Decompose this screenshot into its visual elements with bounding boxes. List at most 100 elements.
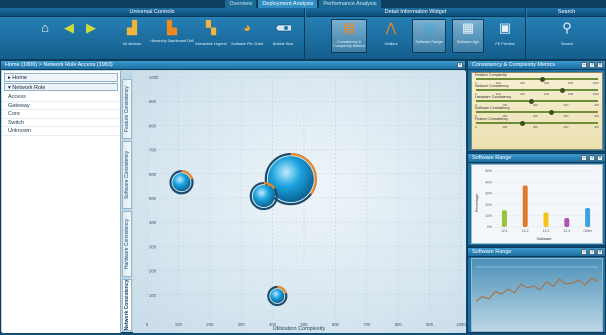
- tab-software-consistency[interactable]: Software Consistency: [122, 141, 132, 209]
- tab-overview[interactable]: Overview: [225, 0, 257, 8]
- metric-label: Hardware Consistency: [475, 95, 512, 99]
- bubble-size-button[interactable]: Bubble Size: [268, 20, 298, 46]
- interactive-legend-label: Interactive Legend: [195, 42, 227, 46]
- x-tick-label: 100: [175, 322, 183, 327]
- sidebar-home-label: Home: [12, 75, 27, 81]
- x-tick-label: 200: [206, 322, 214, 327]
- fe-preview-button[interactable]: ▣ FE Preview: [490, 20, 520, 46]
- x-tick-label: 900: [426, 322, 434, 327]
- bubble-size-label: Bubble Size: [272, 42, 294, 46]
- target-icon: ◎: [423, 20, 435, 35]
- metric-tick-label: 0: [475, 124, 477, 129]
- minimize-icon[interactable]: –: [581, 62, 587, 68]
- preview-icon: ▣: [498, 20, 512, 35]
- range-x-tick: Other: [583, 229, 592, 233]
- x-tick-label: 300: [238, 322, 246, 327]
- consistency-metrics-button[interactable]: ▤ Consistency & Complexity Metrics: [331, 19, 367, 53]
- x-tick-label: 600: [332, 322, 340, 327]
- breadcrumb-text[interactable]: Home (1806) > Network Role Access (1983): [5, 62, 113, 68]
- bubble-point[interactable]: [267, 285, 288, 307]
- sidebar-item-access[interactable]: Access: [2, 93, 120, 102]
- tab-performance-analysis[interactable]: Performance Analysis: [319, 0, 381, 8]
- sidebar-item-unknown[interactable]: Unknown: [2, 127, 120, 136]
- x-axis-label: Utilization Complexity: [273, 326, 326, 332]
- software-range-panel: Software Range – ? × Percentage Software…: [467, 153, 606, 246]
- pie-chart-button[interactable]: ◕ Software Pie Chart: [231, 20, 263, 46]
- software-trend-title: Software Range: [472, 249, 512, 255]
- range-bar[interactable]: [522, 185, 528, 227]
- help-icon[interactable]: ?: [589, 62, 595, 68]
- main-workspace: Home (1806) > Network Role Access (1983)…: [0, 60, 466, 333]
- tab-hardware-consistency[interactable]: Hardware Consistency: [122, 211, 132, 277]
- range-y-tick: 20%: [485, 203, 492, 207]
- y-tick-label: 200: [149, 269, 157, 274]
- detail-info-group: Detail Information Widget ▤ Consistency …: [306, 8, 526, 60]
- search-button[interactable]: ⚲ Search: [552, 20, 582, 46]
- sidebar-item-network-role[interactable]: ▾ Network Role: [4, 82, 118, 91]
- metrics-body: Relative Complexity 0 200 400 600 800 1000 Netw…: [471, 72, 603, 150]
- software-age-button[interactable]: ▦ Software Age: [452, 19, 484, 53]
- interactive-legend-button[interactable]: ▚ Interactive Legend: [195, 20, 227, 46]
- outliers-button[interactable]: ⋀ Outliers: [376, 20, 406, 46]
- help-icon[interactable]: ?: [589, 155, 595, 161]
- x-tick-label: 800: [395, 322, 403, 327]
- sidebar-item-core[interactable]: Core: [2, 110, 120, 119]
- metric-tick-label: 400: [593, 124, 599, 129]
- software-trend-panel: Software Range – ? ×: [467, 247, 606, 333]
- y-tick-label: 600: [149, 172, 157, 177]
- detail-info-title: Detail Information Widget: [306, 8, 525, 17]
- search-title: Search: [527, 8, 606, 17]
- software-trend-chart: [475, 266, 599, 302]
- sidebar-item-switch[interactable]: Switch: [2, 119, 120, 127]
- tab-hardware-consistency-label: Hardware Consistency: [124, 218, 130, 270]
- home-icon: ⌂: [41, 20, 49, 35]
- x-tick-label: 700: [363, 322, 371, 327]
- metric-tick-label: 200: [532, 124, 538, 129]
- hierarchy-button[interactable]: ▙ Hierarchy Dashboard Drill: [150, 20, 194, 43]
- metric-label: Feature Consistency: [475, 117, 508, 121]
- minimize-icon[interactable]: –: [581, 249, 587, 255]
- y-tick-label: 400: [149, 220, 157, 225]
- close-icon[interactable]: ×: [597, 155, 603, 161]
- all-devices-button[interactable]: ▟ All devices: [117, 20, 147, 46]
- search-icon: ⚲: [562, 20, 572, 35]
- software-range-header: Software Range – ? ×: [468, 154, 605, 163]
- close-icon[interactable]: ×: [597, 62, 603, 68]
- search-label: Search: [560, 42, 574, 46]
- y-tick-label: 900: [149, 99, 157, 104]
- y-tick-label: 700: [149, 148, 157, 153]
- hierarchy-icon: ▙: [167, 20, 177, 35]
- range-bar[interactable]: [585, 207, 591, 227]
- software-range-button[interactable]: ◎ Software Range: [412, 19, 446, 53]
- calendar-icon: ▦: [461, 20, 475, 35]
- help-icon[interactable]: ?: [589, 249, 595, 255]
- range-bar[interactable]: [564, 218, 570, 227]
- y-tick-label: 500: [149, 196, 157, 201]
- tab-network-consistency-label: Network Consistency: [124, 279, 130, 331]
- bubble-point[interactable]: [249, 181, 278, 211]
- tab-network-consistency[interactable]: Network Consistency: [122, 279, 132, 331]
- range-x-tick: 12.4: [563, 229, 570, 233]
- sidebar-item-gateway[interactable]: Gateway: [2, 102, 120, 110]
- sidebar-item-home[interactable]: ▸ Home: [4, 73, 118, 82]
- close-icon[interactable]: ×: [457, 62, 463, 68]
- bubble-chart-svg: Utilization Complexity 100 200 300 400 500 60…: [146, 75, 466, 332]
- y-tick-label: 1000: [149, 75, 159, 80]
- forward-button[interactable]: ▶: [76, 20, 106, 36]
- range-bar[interactable]: [501, 210, 507, 227]
- y-tick-label: 800: [149, 123, 157, 128]
- software-trend-header: Software Range – ? ×: [468, 248, 605, 257]
- bubble-point[interactable]: [169, 170, 194, 195]
- close-icon[interactable]: ×: [597, 249, 603, 255]
- range-bar[interactable]: [543, 212, 549, 227]
- tab-feature-consistency[interactable]: Feature Consistency: [122, 79, 132, 139]
- metrics-panel-header: Consistency & Complexity Metrics – ? ×: [468, 61, 605, 70]
- arrow-left-icon: ◀: [64, 20, 74, 35]
- tab-deployment-analysis[interactable]: Deployment Analysis: [258, 0, 318, 8]
- metric-row: Relative Complexity 0 200 400 600 800 1000: [472, 73, 602, 85]
- sidebar-network-role-label: Network Role: [12, 84, 46, 91]
- metric-label: Network Consistency: [475, 84, 509, 88]
- metric-row: Network Consistency 0 200 400 600 800 1000: [472, 84, 602, 96]
- x-tick-label: 500: [301, 322, 309, 327]
- minimize-icon[interactable]: –: [581, 155, 587, 161]
